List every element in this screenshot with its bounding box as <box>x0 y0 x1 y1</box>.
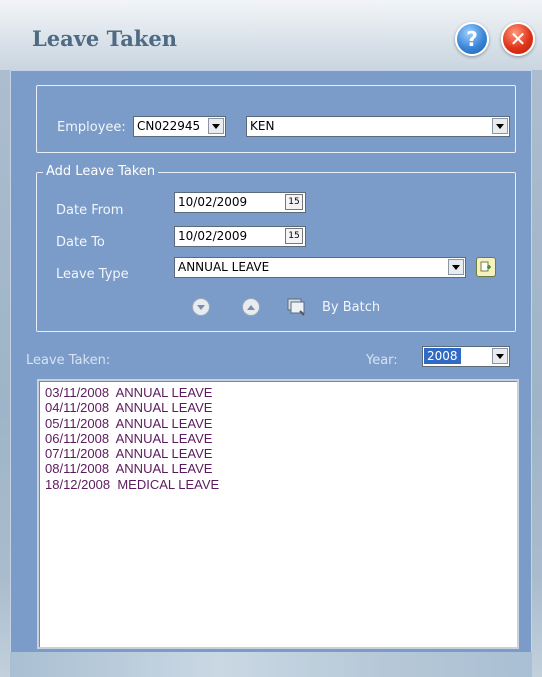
chevron-down-icon <box>496 353 504 359</box>
add-leave-legend: Add Leave Taken <box>43 164 159 179</box>
employee-name-dropdown-button[interactable] <box>492 118 508 134</box>
leave-date: 07/11/2008 <box>45 446 110 462</box>
employee-label: Employee: <box>57 120 126 135</box>
chevron-down-icon <box>496 123 504 129</box>
leave-type: MEDICAL LEAVE <box>117 476 220 492</box>
year-label: Year: <box>366 353 398 368</box>
leave-date: 05/11/2008 <box>45 415 110 431</box>
year-value: 2008 <box>424 348 461 364</box>
leave-taken-label: Leave Taken: <box>26 353 111 368</box>
list-item[interactable]: 03/11/2008 ANNUAL LEAVE <box>45 385 511 400</box>
move-down-button[interactable] <box>192 298 210 316</box>
close-icon: ✕ <box>509 27 527 51</box>
leave-type-value[interactable]: ANNUAL LEAVE <box>174 257 466 278</box>
leave-type: ANNUAL LEAVE <box>115 400 213 416</box>
arrow-up-icon <box>247 304 255 310</box>
move-up-button[interactable] <box>242 298 260 316</box>
employee-group: Employee: CN022945 KEN <box>36 85 516 153</box>
leave-date: 03/11/2008 <box>45 385 110 400</box>
chevron-down-icon <box>212 123 220 129</box>
leave-taken-window: Leave Taken ? ✕ Employee: CN022945 KEN A… <box>0 0 542 677</box>
list-item[interactable]: 08/11/2008 ANNUAL LEAVE <box>45 461 511 476</box>
employee-name-value[interactable]: KEN <box>246 116 510 137</box>
main-panel: Employee: CN022945 KEN Add Leave Taken D… <box>10 70 532 664</box>
by-batch-label[interactable]: By Batch <box>322 300 380 315</box>
leave-type: ANNUAL LEAVE <box>115 446 213 462</box>
window-title: Leave Taken <box>32 26 178 51</box>
leave-date: 06/11/2008 <box>45 430 110 446</box>
close-button[interactable]: ✕ <box>501 22 535 56</box>
batch-icon <box>287 298 305 316</box>
arrow-down-icon <box>197 304 205 310</box>
leave-date: 18/12/2008 <box>45 476 111 492</box>
list-item[interactable]: 05/11/2008 ANNUAL LEAVE <box>45 416 511 431</box>
by-batch-button[interactable] <box>286 297 308 317</box>
list-item[interactable]: 06/11/2008 ANNUAL LEAVE <box>45 431 511 446</box>
title-bar: Leave Taken ? ✕ <box>0 0 542 70</box>
employee-code-dropdown-button[interactable] <box>208 118 224 134</box>
date-to-label: Date To <box>56 235 105 250</box>
date-from-label: Date From <box>56 203 124 218</box>
year-dropdown-button[interactable] <box>492 348 508 364</box>
leave-type: ANNUAL LEAVE <box>115 461 213 477</box>
help-button[interactable]: ? <box>455 22 489 56</box>
add-document-icon <box>480 261 491 272</box>
leave-type: ANNUAL LEAVE <box>115 385 213 400</box>
leave-date: 08/11/2008 <box>45 461 110 477</box>
add-leave-group: Add Leave Taken Date From 10/02/2009 15 … <box>36 164 516 332</box>
date-from-calendar-icon[interactable]: 15 <box>285 194 303 210</box>
list-item[interactable]: 07/11/2008 ANNUAL LEAVE <box>45 446 511 461</box>
add-leave-type-button[interactable] <box>476 257 496 277</box>
list-item[interactable]: 18/12/2008 MEDICAL LEAVE <box>45 477 511 492</box>
leave-type: ANNUAL LEAVE <box>115 415 213 431</box>
leave-type-dropdown-button[interactable] <box>448 259 464 275</box>
leave-type: ANNUAL LEAVE <box>115 430 213 446</box>
leave-type-label: Leave Type <box>56 267 129 282</box>
leave-taken-list[interactable]: 03/11/2008 ANNUAL LEAVE 04/11/2008 ANNUA… <box>37 379 519 649</box>
bottom-decoration <box>10 652 532 677</box>
question-mark-icon: ? <box>466 27 478 51</box>
leave-date: 04/11/2008 <box>45 400 110 416</box>
date-to-calendar-icon[interactable]: 15 <box>285 228 303 244</box>
chevron-down-icon <box>452 264 460 270</box>
list-item[interactable]: 04/11/2008 ANNUAL LEAVE <box>45 400 511 415</box>
